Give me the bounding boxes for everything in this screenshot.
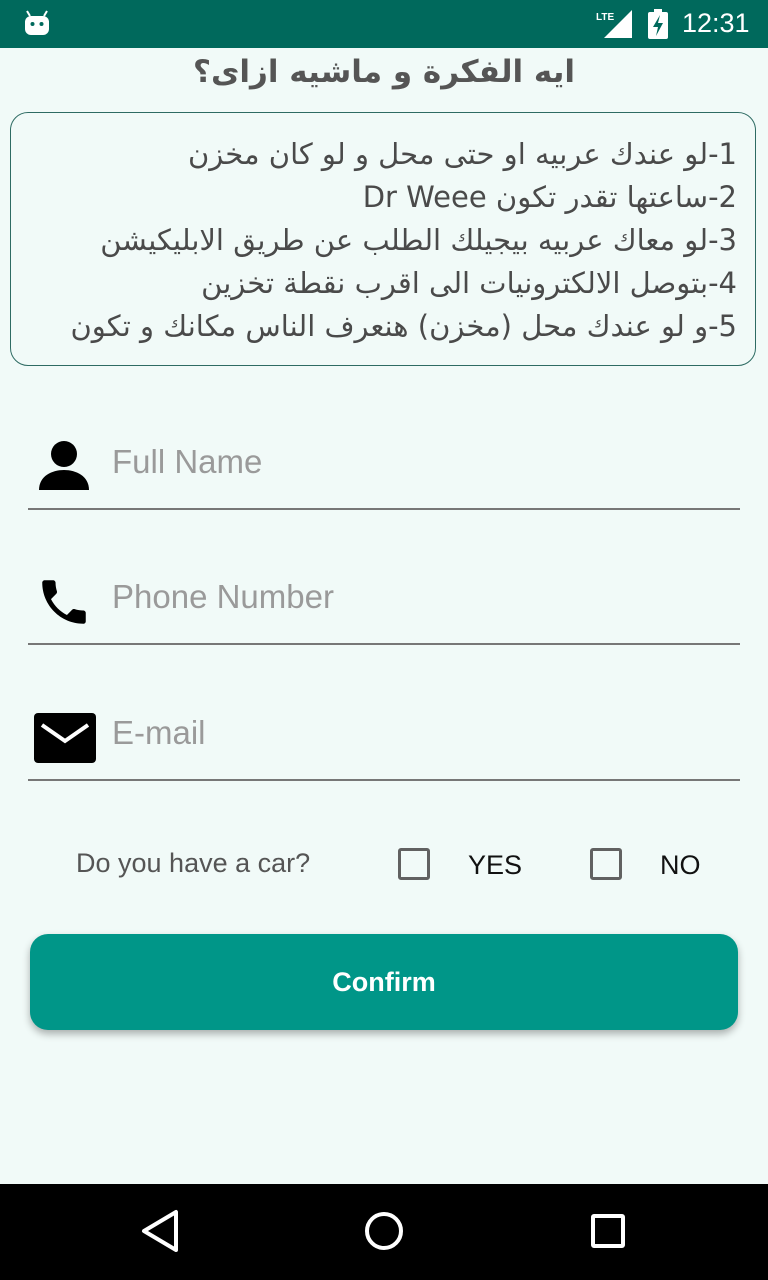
no-label: NO [660, 850, 701, 880]
person-icon [39, 441, 89, 490]
info-line-1: 1-لو عندك عربيه او حتى محل و لو كان مخزن [188, 137, 737, 171]
info-line-5: 5-و لو عندك محل (مخزن) هنعرف الناس مكانك… [70, 309, 737, 343]
phone-field [28, 551, 740, 645]
mail-icon [34, 713, 96, 763]
full-name-input[interactable] [110, 416, 734, 508]
phone-icon [42, 580, 86, 624]
lte-signal-icon: LTE [596, 10, 632, 38]
info-box: 1-لو عندك عربيه او حتى محل و لو كان مخزن… [10, 112, 756, 366]
navigation-bar [0, 1184, 768, 1280]
page-title: ايه الفكرة و ماشيه ازاى؟ [193, 54, 575, 90]
info-line-4: 4-بتوصل الالكترونيات الى اقرب نقطة تخزين [201, 266, 737, 300]
recents-square-icon[interactable] [590, 1206, 626, 1256]
full-name-field [28, 416, 740, 510]
info-line-2: 2-ساعتها تقدر تكون Dr Weee [362, 180, 737, 214]
android-notification-icon [25, 10, 49, 35]
no-checkbox[interactable] [590, 848, 622, 880]
status-bar: LTE 12:31 [0, 0, 768, 48]
car-question-label: Do you have a car? [76, 848, 311, 878]
back-triangle-icon[interactable] [140, 1206, 180, 1256]
confirm-button[interactable]: Confirm [30, 934, 738, 1030]
email-field [28, 687, 740, 781]
email-input[interactable] [110, 687, 734, 779]
home-circle-icon[interactable] [364, 1206, 404, 1256]
info-line-3: 3-لو معاك عربيه بيجيلك الطلب عن طريق الا… [100, 223, 737, 257]
status-time: 12:31 [682, 8, 750, 38]
svg-text:LTE: LTE [596, 12, 614, 23]
yes-checkbox[interactable] [398, 848, 430, 880]
phone-input[interactable] [110, 551, 734, 643]
battery-charging-icon [648, 9, 668, 39]
yes-label: YES [468, 850, 523, 880]
